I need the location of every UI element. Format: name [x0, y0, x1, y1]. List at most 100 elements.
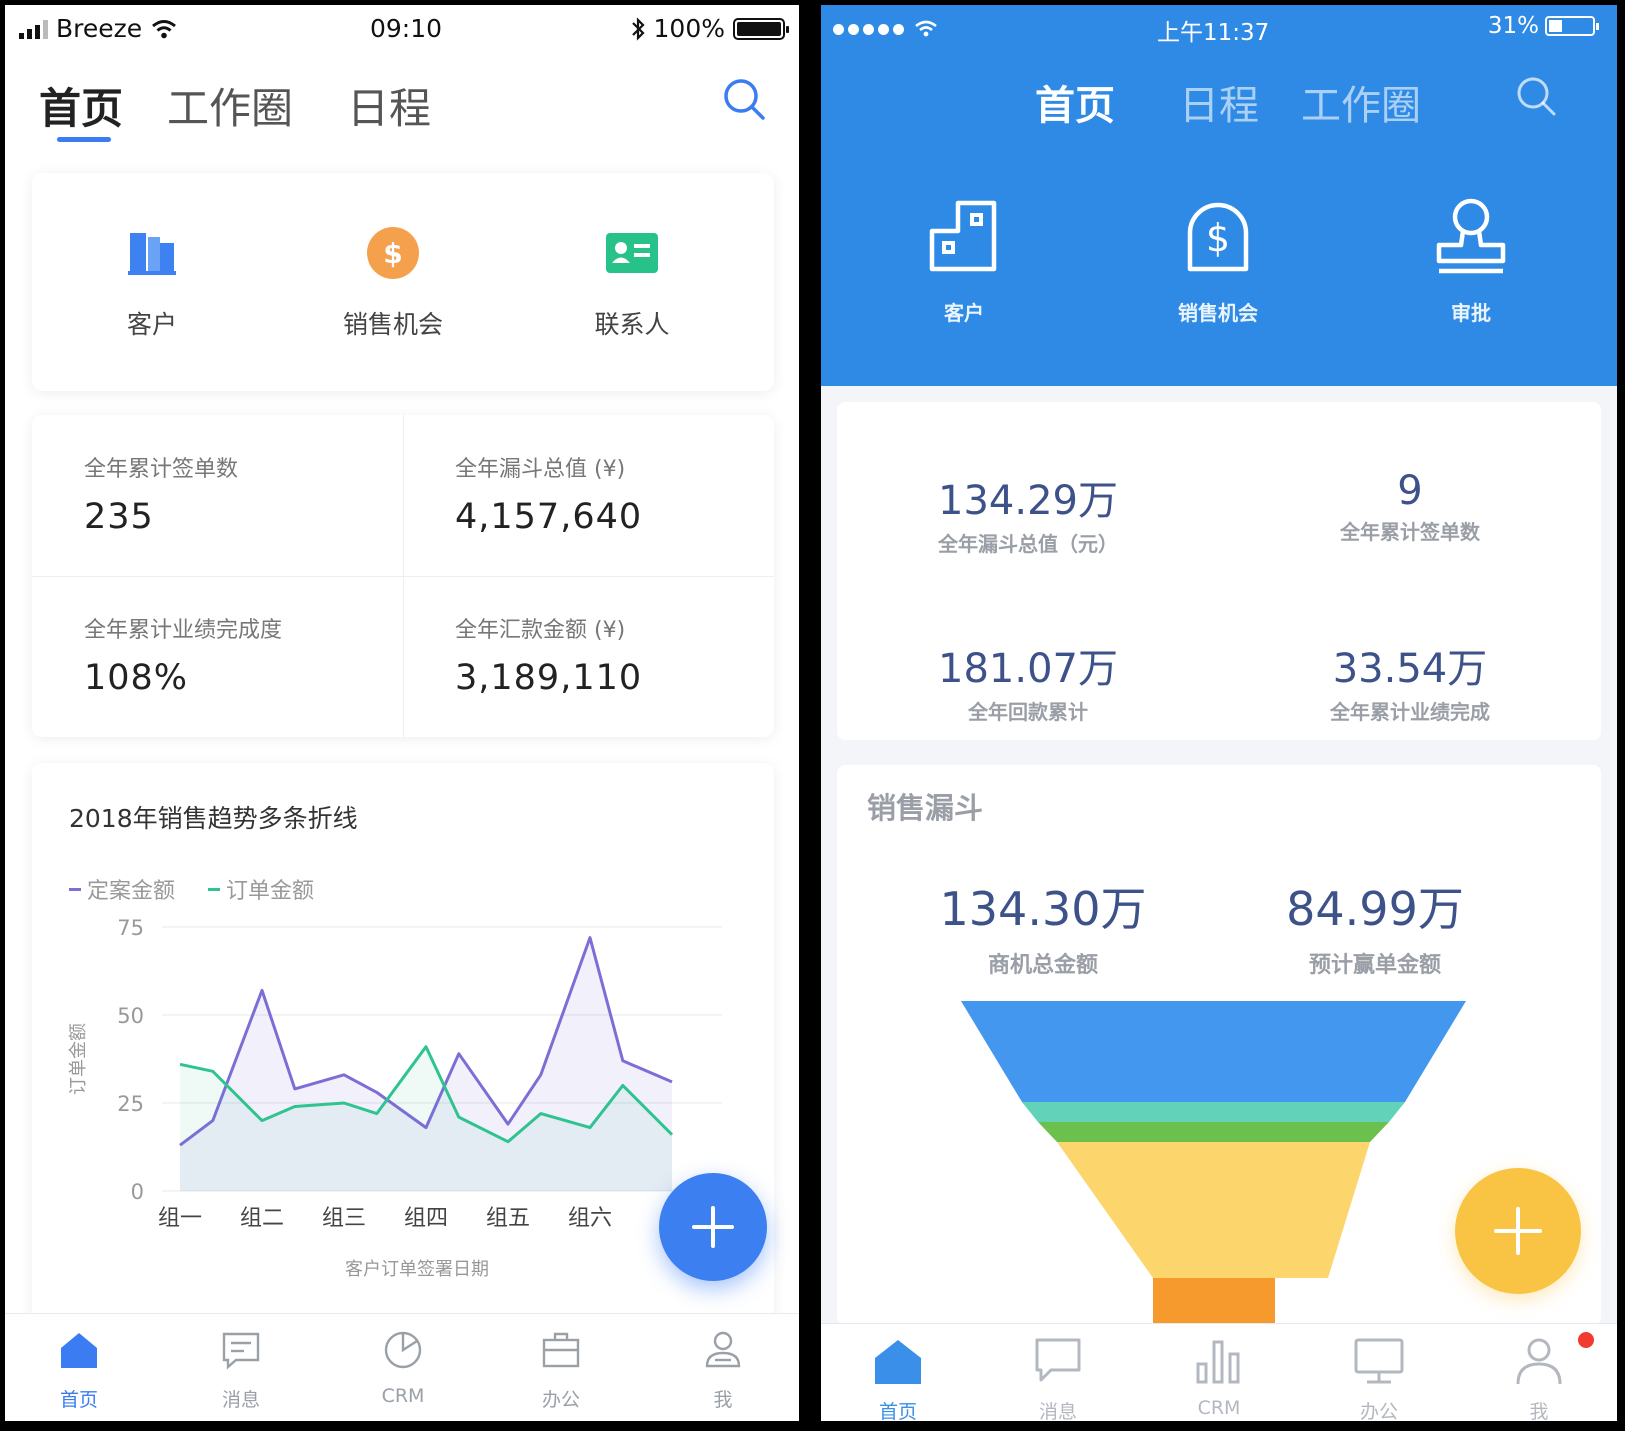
y-tick-label: 50	[117, 1004, 144, 1028]
add-button[interactable]	[1455, 1168, 1581, 1294]
tab-bar-me[interactable]: 我	[673, 1328, 773, 1412]
left-phone-screen: Breeze 09:10 100% 首页 工作圈 日程 客户 $ 销售机会 联系…	[5, 5, 799, 1421]
shortcut-panel: 客户 $ 销售机会 联系人	[32, 173, 774, 391]
stat-title: 全年累计签单数	[1340, 520, 1480, 544]
status-bar: Breeze 09:10 100%	[5, 5, 799, 55]
signal-icon	[833, 20, 938, 38]
shortcut-label: 审批	[1451, 301, 1491, 325]
bottom-tab-bar: 首页 消息 CRM 办公 我	[5, 1313, 799, 1421]
shortcut-customers[interactable]: 客户	[72, 223, 232, 341]
tab-work-circle[interactable]: 工作圈	[167, 75, 293, 136]
funnel-stage-4[interactable]	[1057, 1142, 1370, 1278]
shortcut-sales-opportunity[interactable]: $ 销售机会	[1148, 193, 1288, 326]
stat-value: 108%	[84, 658, 189, 698]
stat-title: 全年累计签单数	[84, 457, 239, 482]
stat-payment-total[interactable]: 181.07万 全年回款累计	[837, 636, 1219, 725]
shortcut-customers[interactable]: 客户	[894, 193, 1034, 326]
dollar-coin-icon: $	[367, 227, 419, 279]
stat-value: 4,157,640	[455, 497, 643, 537]
status-time: 09:10	[370, 14, 443, 43]
shortcut-sales-opportunity[interactable]: $ 销售机会	[313, 223, 473, 341]
status-right: 31%	[1488, 13, 1599, 39]
tab-bar-messages[interactable]: 消息	[1003, 1334, 1113, 1421]
battery-icon	[1545, 16, 1599, 36]
plus-icon	[692, 1206, 734, 1248]
stat-remittance[interactable]: 全年汇款金额 (¥) 3,189,110	[403, 576, 774, 737]
carrier-name: Breeze	[56, 14, 143, 43]
funnel-stage-3[interactable]	[1038, 1122, 1389, 1142]
tab-bar-crm[interactable]: CRM	[353, 1328, 453, 1407]
tab-bar-label: 我	[1529, 1401, 1549, 1421]
search-icon[interactable]	[720, 75, 768, 123]
shortcut-label: 客户	[126, 310, 177, 339]
add-button[interactable]	[659, 1173, 767, 1281]
pie-chart-icon	[384, 1331, 422, 1369]
home-icon	[875, 1340, 921, 1384]
status-time: 上午11:37	[1157, 20, 1270, 46]
stat-funnel-total[interactable]: 134.29万 全年漏斗总值（元）	[837, 468, 1219, 557]
stat-value: 3,189,110	[455, 658, 643, 698]
tab-bar-me[interactable]: 我	[1484, 1334, 1594, 1421]
tab-bar-office[interactable]: 办公	[1324, 1334, 1434, 1421]
funnel-stage-5[interactable]	[1153, 1278, 1275, 1325]
x-tick-label: 组五	[486, 1206, 530, 1231]
funnel-stage-2[interactable]	[1022, 1102, 1405, 1122]
shortcut-label: 联系人	[594, 310, 670, 339]
stat-signed-count[interactable]: 全年累计签单数 235	[32, 415, 403, 576]
shortcut-label: 销售机会	[342, 310, 443, 339]
stat-signed-count[interactable]: 9 全年累计签单数	[1219, 468, 1601, 545]
bottom-tab-bar: 首页 消息 CRM 办公 我	[821, 1323, 1617, 1421]
stat-completion-rate[interactable]: 全年累计业绩完成度 108%	[32, 576, 403, 737]
tab-bar-office[interactable]: 办公	[511, 1328, 611, 1412]
x-tick-label: 组二	[240, 1206, 284, 1231]
tab-schedule[interactable]: 日程	[347, 75, 431, 136]
stat-performance[interactable]: 33.54万 全年累计业绩完成	[1219, 636, 1601, 725]
battery-icon	[733, 17, 789, 40]
y-tick-label: 75	[117, 916, 144, 940]
x-tick-label: 组四	[404, 1206, 448, 1231]
y-axis-label: 订单金额	[68, 1023, 89, 1095]
wifi-icon	[152, 19, 177, 38]
user-icon	[1516, 1338, 1562, 1385]
divider	[32, 576, 774, 577]
tab-home[interactable]: 首页	[1035, 73, 1115, 131]
tab-bar-home[interactable]: 首页	[843, 1334, 953, 1421]
stat-title: 全年汇款金额 (¥)	[455, 618, 626, 643]
tab-bar-label: 首页	[59, 1389, 98, 1411]
stat-value: 134.29万	[938, 478, 1118, 524]
dollar-outline-icon: $	[1187, 202, 1249, 272]
funnel-stage-1[interactable]	[961, 1001, 1466, 1102]
tab-bar-label: 消息	[221, 1389, 260, 1411]
tab-bar-home[interactable]: 首页	[29, 1328, 129, 1412]
tab-home[interactable]: 首页	[39, 75, 123, 136]
bar-chart-icon	[1196, 1340, 1240, 1384]
x-tick-label: 组三	[322, 1206, 366, 1231]
shortcut-approval[interactable]: 审批	[1401, 193, 1541, 326]
tab-bar-label: 消息	[1038, 1401, 1077, 1421]
stat-title: 全年回款累计	[968, 700, 1088, 724]
tab-schedule[interactable]: 日程	[1179, 73, 1259, 131]
tab-bar-crm[interactable]: CRM	[1164, 1334, 1274, 1419]
tab-work-circle[interactable]: 工作圈	[1301, 73, 1421, 131]
user-icon	[705, 1331, 741, 1368]
shortcut-label: 客户	[944, 301, 984, 325]
notification-badge	[1578, 1332, 1594, 1348]
home-icon	[61, 1333, 97, 1368]
tab-bar-messages[interactable]: 消息	[191, 1328, 291, 1412]
message-icon	[222, 1332, 260, 1370]
building-icon	[128, 233, 176, 275]
tab-bar-label: 首页	[878, 1401, 917, 1421]
shortcut-contacts[interactable]: 联系人	[552, 223, 712, 341]
stat-value: 181.07万	[938, 646, 1118, 692]
stamp-icon	[1436, 198, 1506, 274]
contact-card-icon	[606, 233, 658, 273]
search-icon[interactable]	[1513, 73, 1559, 119]
stat-value: 9	[1397, 468, 1423, 514]
tab-bar-label: CRM	[381, 1385, 425, 1407]
tab-bar-label: 办公	[541, 1389, 580, 1411]
signal-icon	[19, 19, 48, 39]
stat-funnel-total[interactable]: 全年漏斗总值 (¥) 4,157,640	[403, 415, 774, 576]
briefcase-icon	[542, 1332, 580, 1368]
tab-bar-label: 办公	[1359, 1401, 1398, 1421]
x-tick-label: 组六	[568, 1206, 612, 1231]
